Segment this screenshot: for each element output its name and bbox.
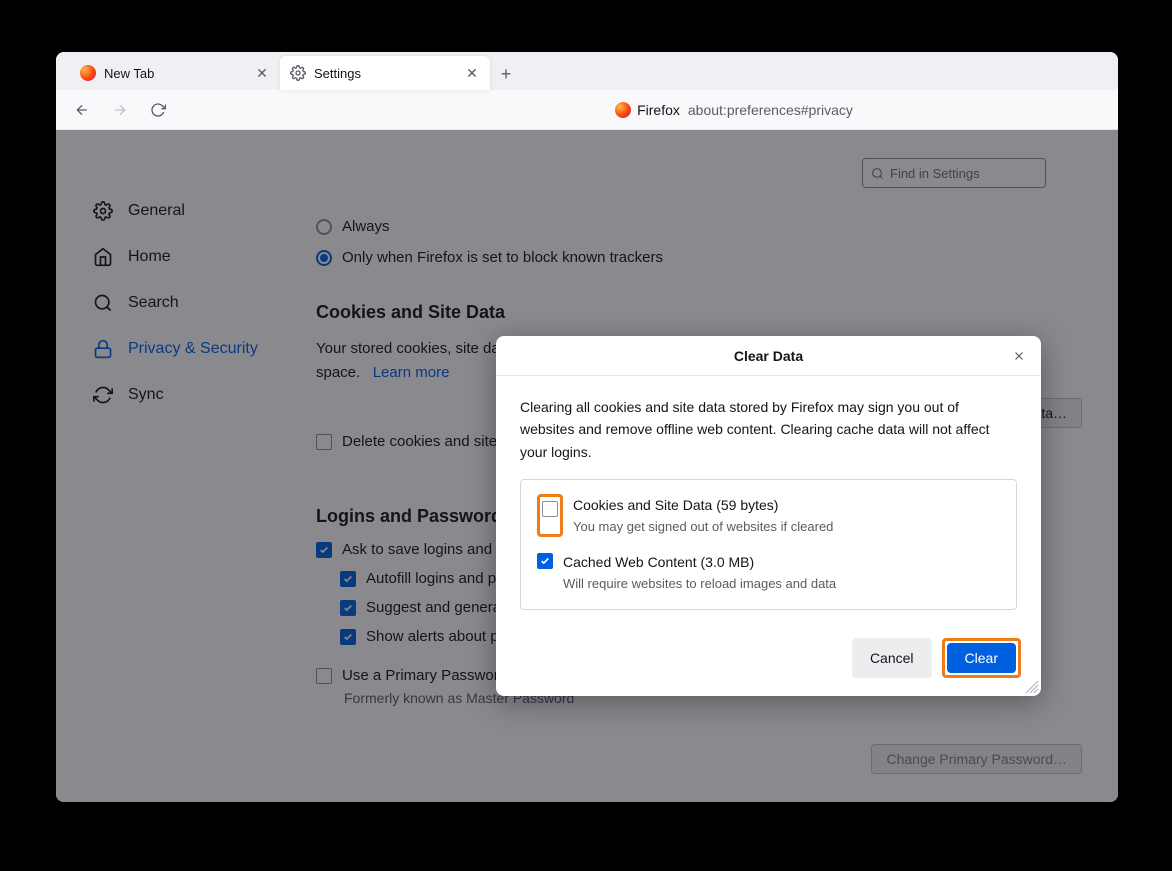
option-sublabel: Will require websites to reload images a… [563, 574, 836, 595]
clear-data-dialog: Clear Data Clearing all cookies and site… [496, 336, 1041, 696]
tab-label: New Tab [104, 66, 246, 81]
clear-button[interactable]: Clear [947, 643, 1016, 673]
tab-new-tab[interactable]: New Tab ✕ [70, 56, 280, 90]
firefox-chip: Firefox [615, 102, 680, 118]
url-bar[interactable]: Firefox about:preferences#privacy [435, 102, 853, 118]
reload-button[interactable] [142, 94, 174, 126]
tab-label: Settings [314, 66, 456, 81]
close-tab-icon[interactable]: ✕ [254, 65, 270, 81]
new-tab-button[interactable]: + [490, 58, 522, 90]
option-label: Cached Web Content (3.0 MB) [563, 551, 836, 573]
tab-settings[interactable]: Settings ✕ [280, 56, 490, 90]
highlight-annotation [537, 494, 563, 537]
dialog-description: Clearing all cookies and site data store… [520, 396, 1017, 463]
dialog-header: Clear Data [496, 336, 1041, 376]
cookies-option-row[interactable]: Cookies and Site Data (59 bytes) You may… [537, 494, 1000, 537]
close-tab-icon[interactable]: ✕ [464, 65, 480, 81]
option-sublabel: You may get signed out of websites if cl… [573, 517, 833, 538]
resize-grip-icon[interactable] [1025, 680, 1039, 694]
brand-label: Firefox [637, 102, 680, 118]
dialog-title: Clear Data [734, 348, 803, 364]
clear-options-box: Cookies and Site Data (59 bytes) You may… [520, 479, 1017, 609]
tab-strip: New Tab ✕ Settings ✕ + [56, 52, 1118, 90]
url-text: about:preferences#privacy [688, 102, 853, 118]
close-icon[interactable] [1009, 346, 1029, 366]
cancel-button[interactable]: Cancel [852, 638, 932, 678]
highlight-annotation: Clear [942, 638, 1021, 678]
checkbox-icon[interactable] [542, 501, 558, 517]
firefox-favicon [80, 65, 96, 81]
checkbox-icon[interactable] [537, 553, 553, 569]
firefox-logo-icon [615, 102, 631, 118]
gear-icon [290, 65, 306, 81]
toolbar: Firefox about:preferences#privacy [56, 90, 1118, 130]
dialog-footer: Cancel Clear [496, 626, 1041, 696]
cache-option-row[interactable]: Cached Web Content (3.0 MB) Will require… [537, 551, 1000, 594]
option-label: Cookies and Site Data (59 bytes) [573, 494, 833, 516]
back-button[interactable] [66, 94, 98, 126]
forward-button[interactable] [104, 94, 136, 126]
